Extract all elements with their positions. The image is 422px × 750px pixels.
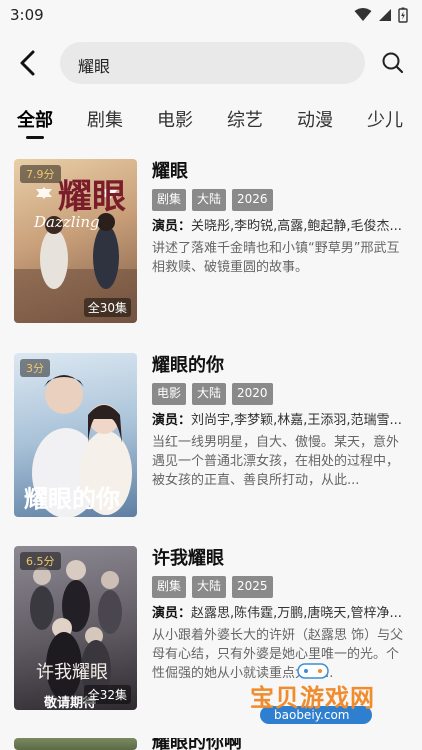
tag-list: 剧集 大陆 2025 [152,576,410,598]
result-title[interactable]: 耀眼的你 [152,353,410,379]
cast-names: 刘尚宇,李梦颖,林嘉,王添羽,范瑞雪... [191,413,402,428]
tab-movie[interactable]: 电影 [157,106,193,132]
poster-image[interactable] [14,738,137,750]
cast-line: 演员：刘尚宇,李梦颖,林嘉,王添羽,范瑞雪... [152,411,410,431]
cast-names: 关晓彤,李昀锐,高露,鲍起静,毛俊杰... [191,219,402,234]
tag-type: 电影 [152,383,187,405]
back-arrow-icon [20,50,35,76]
poster-title: 许我耀眼 [36,662,108,683]
tag-type: 剧集 [152,576,187,598]
tab-active-indicator [26,136,44,139]
cast-line: 演员：关晓彤,李昀锐,高露,鲍起静,毛俊杰... [152,217,410,237]
tab-kids[interactable]: 少儿 [367,106,403,132]
watermark-url: baobeiy.com [274,708,350,722]
tab-label: 全部 [17,110,53,131]
cast-line: 演员：赵露思,陈伟霆,万鹏,唐晓天,管梓净... [152,604,410,624]
tag-region: 大陆 [192,576,227,598]
tag-year: 2026 [232,189,273,211]
status-bar: 3:09 [0,0,422,30]
status-time: 3:09 [10,6,44,24]
tag-year: 2025 [232,576,273,598]
result-title[interactable]: 耀眼的你啊 [152,738,410,750]
episode-count: 全30集 [83,298,131,317]
cast-names: 赵露思,陈伟霆,万鹏,唐晓天,管梓净... [191,606,402,621]
poster-image[interactable]: 许我耀眼 敬请期待 6.5分 全32集 [14,546,137,710]
tag-list: 剧集 大陆 2026 [152,189,410,211]
tag-list: 电影 大陆 2020 [152,383,410,405]
score-badge: 3分 [20,359,50,377]
poster-image[interactable]: 耀眼 Dazzling 7.9分 全30集 [14,159,137,323]
poster-subtitle: Dazzling [34,213,100,231]
description: 当红一线男明星，自大、傲慢。某天，意外遇见一个普通北漂女孩，在相处的过程中，被女… [152,435,400,488]
result-title[interactable]: 耀眼 [152,159,410,185]
back-button[interactable] [14,46,44,80]
poster-image[interactable]: 耀眼的你 3分 [14,353,137,517]
search-row: 耀眼 [0,40,422,86]
tab-label: 电影 [157,110,193,131]
tag-region: 大陆 [192,189,227,211]
watermark-logo: 宝贝游戏网 baobeiy.com [244,660,394,732]
result-info: 耀眼的你啊 [152,738,410,750]
result-info: 耀眼的你 电影 大陆 2020 演员：刘尚宇,李梦颖,林嘉,王添羽,范瑞雪...… [152,353,410,490]
search-button[interactable] [380,50,406,76]
score-badge: 6.5分 [20,552,61,570]
episode-count: 全32集 [83,685,131,704]
poster-title: 耀眼的你 [24,484,120,513]
search-input[interactable]: 耀眼 [60,42,365,84]
result-item[interactable]: 耀眼的你啊 [0,738,422,750]
cast-label: 演员： [152,219,192,234]
tab-all[interactable]: 全部 [17,106,53,139]
tab-label: 综艺 [227,110,263,131]
tab-series[interactable]: 剧集 [87,106,123,132]
result-item[interactable]: 耀眼 Dazzling 7.9分 全30集 耀眼 剧集 大陆 2026 演员：关… [0,159,422,329]
tab-label: 少儿 [367,110,403,131]
cast-label: 演员： [152,606,192,621]
poster-title: 耀眼 [58,177,126,217]
signal-icon [379,9,391,21]
search-query: 耀眼 [78,57,111,76]
result-title[interactable]: 许我耀眼 [152,546,410,572]
tab-label: 剧集 [87,110,123,131]
tag-region: 大陆 [192,383,227,405]
result-item[interactable]: 耀眼的你 3分 耀眼的你 电影 大陆 2020 演员：刘尚宇,李梦颖,林嘉,王添… [0,353,422,523]
battery-icon [398,7,408,23]
description: 讲述了落难千金晴也和小镇“野草男”邢武互相救赎、破镜重圆的故事。 [152,241,400,275]
search-icon [382,52,404,74]
cast-label: 演员： [152,413,192,428]
result-info: 耀眼 剧集 大陆 2026 演员：关晓彤,李昀锐,高露,鲍起静,毛俊杰... 讲… [152,159,410,277]
tag-type: 剧集 [152,189,187,211]
category-tabs: 全部 剧集 电影 综艺 动漫 少儿 [0,106,422,140]
tab-anime[interactable]: 动漫 [297,106,333,132]
tab-label: 动漫 [297,110,333,131]
tag-year: 2020 [232,383,273,405]
tab-variety[interactable]: 综艺 [227,106,263,132]
wifi-icon [354,8,372,21]
score-badge: 7.9分 [20,165,61,183]
status-icons [354,7,408,23]
